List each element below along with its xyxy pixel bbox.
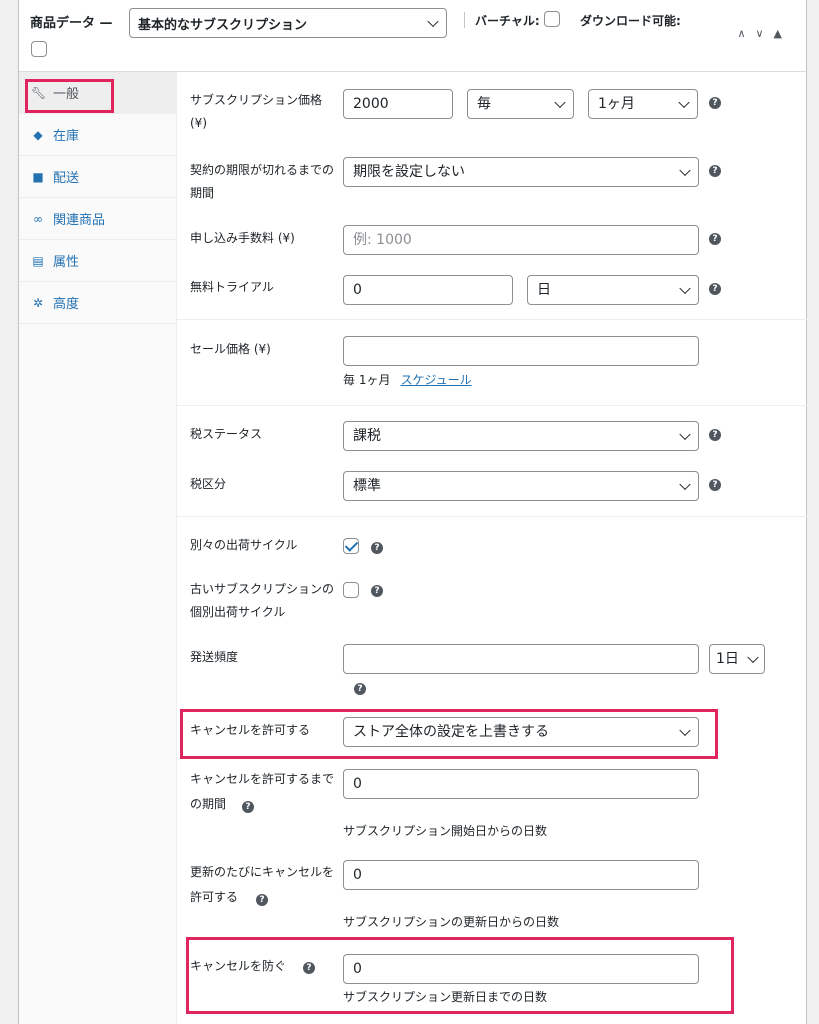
section-divider	[177, 319, 807, 320]
cancel-period-input[interactable]: 0	[343, 769, 699, 799]
virtual-checkbox[interactable]	[544, 11, 560, 27]
cancel-renew-label-2: 許可する	[190, 890, 239, 904]
table-icon: ▤	[32, 253, 44, 268]
highlight-box-general-tab	[25, 79, 114, 113]
tab-label: 関連商品	[53, 213, 106, 228]
schedule-link[interactable]: スケジュール	[400, 373, 471, 387]
highlight-box-allow-cancel	[180, 709, 718, 759]
chevron-down-icon	[679, 478, 691, 491]
help-icon[interactable]: ?	[256, 894, 268, 906]
link-icon: ∞	[33, 211, 43, 226]
chevron-down-icon	[678, 96, 690, 109]
help-icon[interactable]: ?	[242, 801, 254, 813]
help-icon[interactable]: ?	[709, 233, 721, 245]
billing-every-value: 毎	[477, 96, 491, 112]
expire-label: 契約の期限が切れるまでの	[190, 163, 335, 177]
cancel-period-note: サブスクリプション開始日からの日数	[343, 824, 548, 838]
expire-label-2: 期間	[190, 186, 215, 200]
chevron-down-icon	[554, 96, 566, 109]
panel-move-toggle-arrows[interactable]: ∧∨▲	[737, 27, 792, 40]
tab-label: 在庫	[53, 129, 80, 144]
subscription-price-input[interactable]: 2000	[343, 89, 453, 119]
subscription-price-label: サブスクリプション価格	[190, 93, 323, 107]
free-trial-label: 無料トライアル	[190, 280, 274, 294]
signup-fee-input[interactable]: 例: 1000	[343, 225, 699, 255]
cancel-renew-note: サブスクリプションの更新日からの日数	[343, 915, 560, 929]
panel-title: 商品データ —	[30, 16, 113, 31]
billing-period-select[interactable]: 1ヶ月	[588, 89, 698, 119]
product-type-select[interactable]: 基本的なサブスクリプション	[129, 8, 447, 38]
sale-price-note: 毎 1ヶ月 スケジュール	[343, 371, 472, 388]
chevron-down-icon	[679, 282, 691, 295]
chevron-down-icon	[427, 15, 439, 28]
header-divider	[464, 12, 465, 28]
section-divider	[177, 405, 807, 406]
sale-period-text: 毎 1ヶ月	[343, 373, 391, 387]
product-data-tabs: 🔧︎ 一般 ◆ 在庫 ■ 配送 ∞ 関連商品 ▤ 属性 ✲ 高度	[19, 72, 177, 1024]
cancel-period-label-2: の期間	[190, 797, 227, 811]
cancel-renew-label: 更新のたびにキャンセルを	[190, 865, 335, 879]
free-trial-unit-select[interactable]: 日	[527, 275, 699, 305]
tax-status-label: 税ステータス	[190, 427, 263, 441]
separate-shipping-label: 別々の出荷サイクル	[190, 538, 298, 552]
shipping-frequency-label: 発送頻度	[190, 650, 239, 664]
help-icon[interactable]: ?	[354, 683, 366, 695]
shipping-frequency-unit-value: 1日	[716, 651, 739, 667]
help-icon[interactable]: ?	[371, 542, 383, 554]
section-divider	[177, 516, 807, 517]
help-icon[interactable]: ?	[371, 585, 383, 597]
expire-select[interactable]: 期限を設定しない	[343, 157, 699, 187]
gear-icon: ✲	[32, 295, 44, 310]
tab-label: 属性	[53, 255, 80, 270]
expire-value: 期限を設定しない	[353, 164, 465, 180]
product-data-header: 商品データ — 基本的なサブスクリプション バーチャル: ダウンロード可能: ∧…	[19, 0, 806, 72]
tax-class-label: 税区分	[190, 477, 227, 491]
tab-label: 配送	[53, 171, 80, 186]
product-data-panel: 商品データ — 基本的なサブスクリプション バーチャル: ダウンロード可能: ∧…	[18, 0, 807, 1024]
free-trial-unit-value: 日	[537, 282, 551, 298]
old-sub-shipping-checkbox[interactable]	[343, 582, 359, 598]
separate-shipping-checkbox[interactable]	[343, 538, 359, 554]
tag-icon: ◆	[33, 127, 43, 142]
tab-advanced[interactable]: ✲ 高度	[19, 282, 176, 324]
highlight-box-prevent-cancel	[186, 937, 734, 1014]
tax-class-value: 標準	[353, 478, 381, 494]
help-icon[interactable]: ?	[709, 165, 721, 177]
free-trial-input[interactable]: 0	[343, 275, 513, 305]
product-type-value: 基本的なサブスクリプション	[138, 18, 308, 33]
help-icon[interactable]: ?	[709, 429, 721, 441]
virtual-label: バーチャル:	[475, 14, 540, 28]
billing-every-select[interactable]: 毎	[467, 89, 574, 119]
tab-inventory[interactable]: ◆ 在庫	[19, 114, 176, 156]
chevron-down-icon	[679, 428, 691, 441]
chevron-down-icon	[679, 164, 691, 177]
downloadable-checkbox[interactable]	[31, 41, 47, 57]
tax-status-value: 課税	[353, 428, 381, 444]
help-icon[interactable]: ?	[709, 283, 721, 295]
general-tab-panel: サブスクリプション価格 (¥) 2000 毎 1ヶ月 ? 契約の期限が切れるまで…	[177, 72, 807, 1024]
cancel-period-label: キャンセルを許可するまで	[190, 772, 335, 786]
help-icon[interactable]: ?	[709, 479, 721, 491]
old-sub-label-2: 個別出荷サイクル	[190, 605, 286, 619]
tab-shipping[interactable]: ■ 配送	[19, 156, 176, 198]
downloadable-label: ダウンロード可能:	[580, 14, 681, 28]
signup-fee-label: 申し込み手数料 (¥)	[190, 231, 295, 245]
billing-period-value: 1ヶ月	[598, 96, 635, 112]
tab-attributes[interactable]: ▤ 属性	[19, 240, 176, 282]
tab-label: 高度	[53, 297, 80, 312]
shipping-frequency-unit-select[interactable]: 1日	[709, 644, 765, 674]
sale-price-label: セール価格 (¥)	[190, 342, 271, 356]
shipping-frequency-input[interactable]	[343, 644, 699, 674]
tax-class-select[interactable]: 標準	[343, 471, 699, 501]
subscription-price-unit: (¥)	[190, 116, 207, 130]
tax-status-select[interactable]: 課税	[343, 421, 699, 451]
chevron-down-icon	[747, 651, 759, 664]
help-icon[interactable]: ?	[709, 97, 721, 109]
sale-price-input[interactable]	[343, 336, 699, 366]
tab-linked-products[interactable]: ∞ 関連商品	[19, 198, 176, 240]
truck-icon: ■	[32, 169, 44, 184]
old-sub-label: 古いサブスクリプションの	[190, 582, 335, 596]
cancel-renew-input[interactable]: 0	[343, 860, 699, 890]
